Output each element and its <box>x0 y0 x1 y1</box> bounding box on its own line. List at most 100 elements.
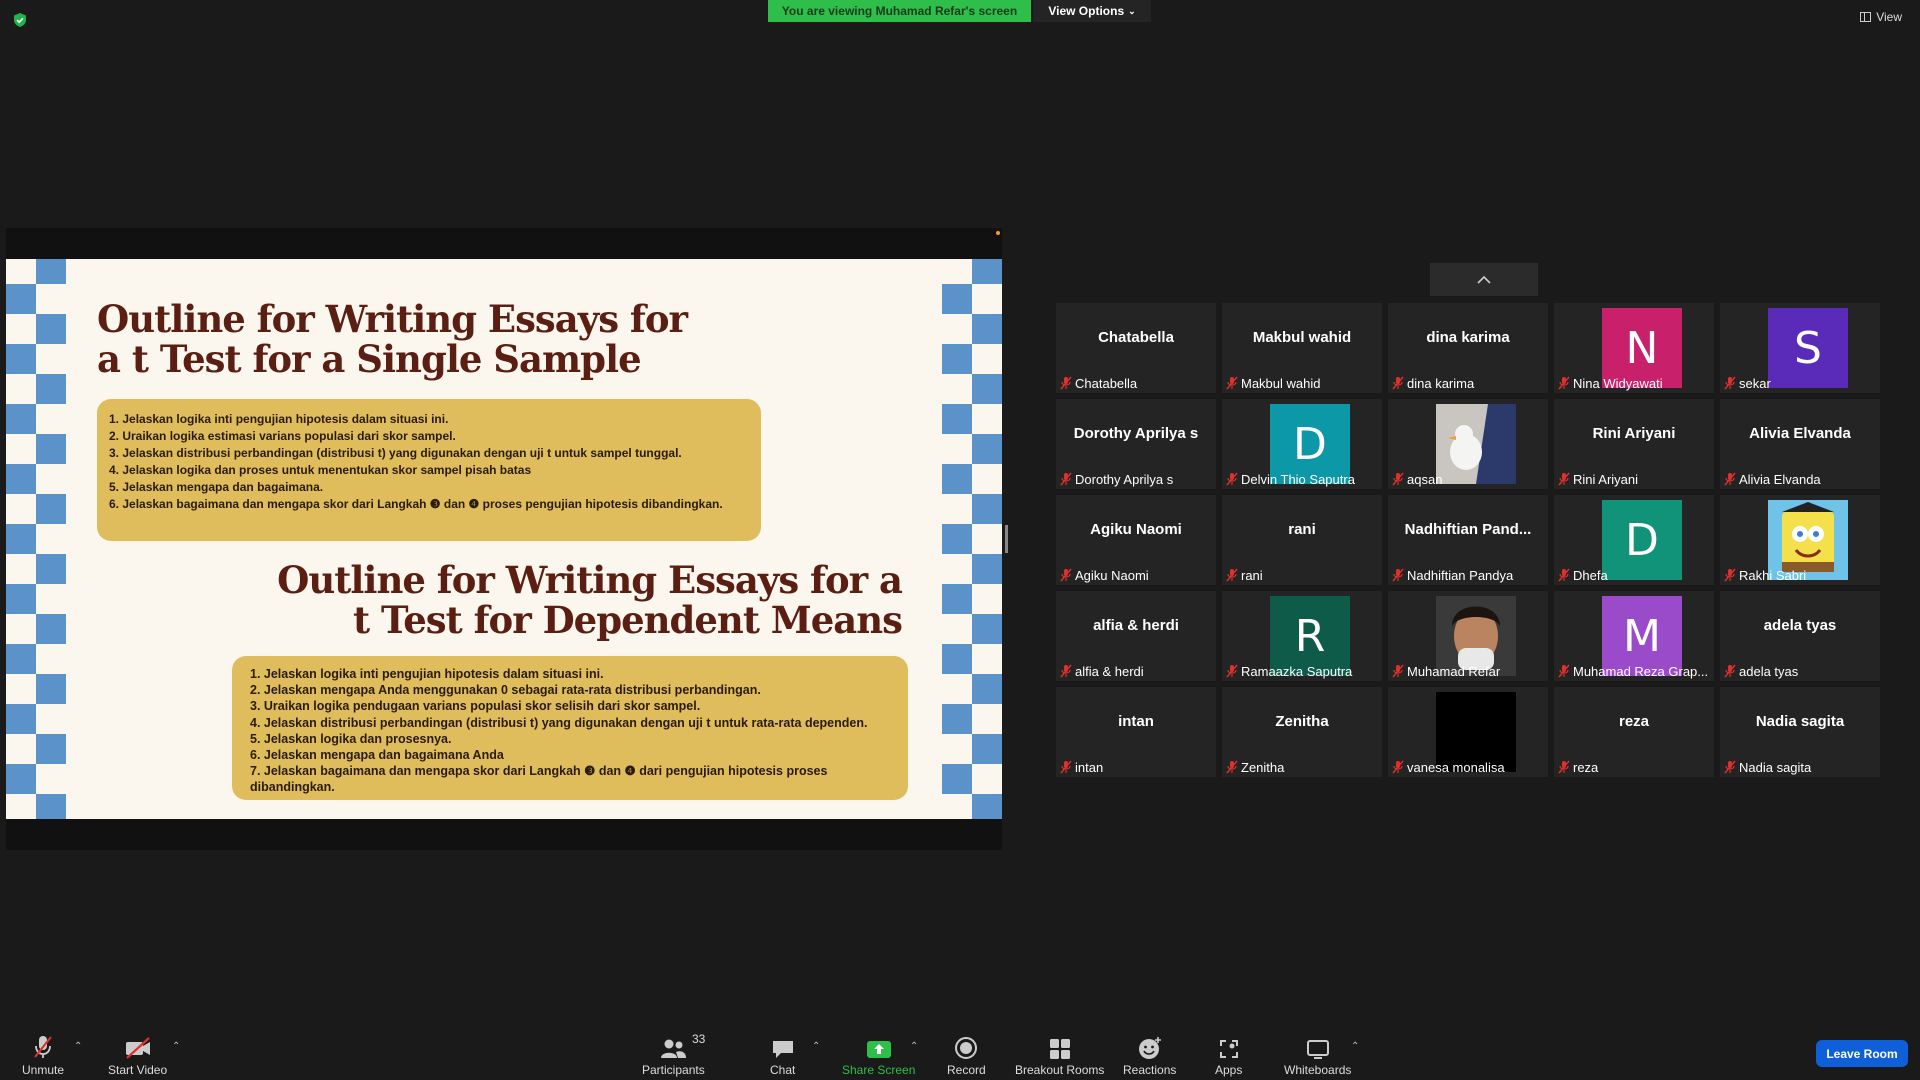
participant-tile[interactable]: Zenitha Zenitha <box>1222 687 1382 777</box>
participant-tile[interactable]: Ssekar <box>1720 303 1880 393</box>
checker-square <box>942 404 972 434</box>
participant-tile[interactable]: Chatabella Chatabella <box>1056 303 1216 393</box>
checker-square <box>36 259 66 284</box>
participant-tile[interactable]: M Muhamad Reza Grap... <box>1554 591 1714 681</box>
checker-square <box>6 644 36 674</box>
participant-tile[interactable]: Nadia sagita Nadia sagita <box>1720 687 1880 777</box>
chat-button[interactable]: Chat <box>770 1032 795 1077</box>
split-resize-handle[interactable] <box>1005 525 1008 553</box>
muted-mic-icon <box>1558 472 1570 486</box>
audio-options-caret-icon[interactable]: ⌃ <box>74 1041 82 1052</box>
leave-room-button[interactable]: Leave Room <box>1816 1040 1908 1067</box>
video-options-caret-icon[interactable]: ⌃ <box>172 1041 180 1052</box>
muted-mic-icon <box>1724 760 1736 774</box>
participant-display-name: dina karima <box>1426 329 1510 346</box>
checker-square <box>972 734 1002 764</box>
record-button[interactable]: Record <box>947 1032 986 1077</box>
shared-screen[interactable]: Outline for Writing Essays for a t Test … <box>6 228 1002 850</box>
participants-button[interactable]: 33 Participants <box>642 1032 705 1077</box>
reactions-button[interactable]: Reactions <box>1123 1032 1176 1077</box>
view-button[interactable]: View <box>1860 10 1902 24</box>
participant-name-label: Rakhi Sabri <box>1724 567 1878 583</box>
participant-tile[interactable]: Makbul wahid Makbul wahid <box>1222 303 1382 393</box>
participant-name: Ramaazka Saputra <box>1241 663 1353 679</box>
participant-tile[interactable]: Agiku Naomi Agiku Naomi <box>1056 495 1216 585</box>
participant-name-label: Delvin Thio Saputra <box>1226 471 1380 487</box>
muted-mic-icon <box>1226 568 1238 582</box>
whiteboard-options-caret-icon[interactable]: ⌃ <box>1351 1041 1359 1052</box>
participant-tile[interactable]: intan intan <box>1056 687 1216 777</box>
participant-tile[interactable]: aqsan <box>1388 399 1548 489</box>
participant-name: Dorothy Aprilya s <box>1075 471 1174 487</box>
participant-tile[interactable]: Muhamad Refar <box>1388 591 1548 681</box>
muted-mic-icon <box>1392 664 1404 678</box>
participant-name-label: reza <box>1558 759 1712 775</box>
view-options-button[interactable]: View Options ⌄ <box>1033 0 1151 22</box>
checker-square <box>36 494 66 524</box>
checker-square <box>6 404 36 434</box>
chat-options-caret-icon[interactable]: ⌃ <box>812 1041 820 1052</box>
meeting-toolbar: Unmute ⌃ Start Video ⌃ 33 Participants C… <box>0 1016 1920 1080</box>
share-options-caret-icon[interactable]: ⌃ <box>910 1041 918 1052</box>
start-video-label: Start Video <box>108 1063 168 1077</box>
outline-item: 1. Jelaskan logika inti pengujian hipote… <box>109 412 449 426</box>
outline-item: 7. Jelaskan bagaimana dan mengapa skor d… <box>250 764 828 795</box>
checker-square <box>36 434 66 464</box>
whiteboards-button[interactable]: Whiteboards <box>1284 1032 1351 1077</box>
participant-tile[interactable]: vanesa monalisa <box>1388 687 1548 777</box>
participant-tile[interactable]: Rakhi Sabri <box>1720 495 1880 585</box>
participant-name: Makbul wahid <box>1241 375 1321 391</box>
participant-name: Delvin Thio Saputra <box>1241 471 1355 487</box>
checker-square <box>972 794 1002 819</box>
view-options-label: View Options <box>1048 4 1125 18</box>
security-shield-icon[interactable] <box>12 12 28 28</box>
participant-display-name: Nadhiftian Pand... <box>1404 521 1532 538</box>
reactions-smiley-icon <box>1138 1037 1161 1059</box>
outline-item: 2. Uraikan logika estimasi varians popul… <box>109 429 456 443</box>
participant-tile[interactable]: alfia & herdi alfia & herdi <box>1056 591 1216 681</box>
unmute-button[interactable]: Unmute <box>22 1032 64 1077</box>
muted-mic-icon <box>1060 472 1072 486</box>
muted-mic-icon <box>1226 760 1238 774</box>
participant-name-label: Ramaazka Saputra <box>1226 663 1380 679</box>
checker-square <box>36 674 66 704</box>
participant-display-name: Rini Ariyani <box>1592 425 1676 442</box>
participant-name-label: vanesa monalisa <box>1392 759 1546 775</box>
participant-name: Chatabella <box>1075 375 1138 391</box>
participant-tile[interactable]: R Ramaazka Saputra <box>1222 591 1382 681</box>
participant-display-name: Agiku Naomi <box>1090 521 1182 538</box>
breakout-rooms-button[interactable]: Breakout Rooms <box>1015 1032 1104 1077</box>
participant-tile[interactable]: Alivia Elvanda Alivia Elvanda <box>1720 399 1880 489</box>
participant-name: Nadia sagita <box>1739 759 1812 775</box>
layout-grid-icon <box>1860 12 1872 22</box>
participant-tile[interactable]: D Delvin Thio Saputra <box>1222 399 1382 489</box>
participant-tile[interactable]: N Nina Widyawati <box>1554 303 1714 393</box>
share-screen-button[interactable]: Share Screen <box>842 1032 915 1077</box>
participant-tile[interactable]: dina karima dina karima <box>1388 303 1548 393</box>
participant-name-label: sekar <box>1724 375 1878 391</box>
participant-tile[interactable]: D Dhefa <box>1554 495 1714 585</box>
outline-box-dependent-means: 1. Jelaskan logika inti pengujian hipote… <box>232 656 908 800</box>
participant-display-name: rani <box>1288 521 1316 538</box>
participant-tile[interactable]: reza reza <box>1554 687 1714 777</box>
muted-mic-icon <box>1392 376 1404 390</box>
checker-square <box>972 494 1002 524</box>
chat-bubble-icon <box>772 1041 793 1058</box>
gallery-page-up-button[interactable] <box>1430 263 1538 296</box>
participant-tile[interactable]: Nadhiftian Pand... Nadhiftian Pandya <box>1388 495 1548 585</box>
checker-square <box>972 434 1002 464</box>
apps-button[interactable]: Apps <box>1215 1032 1242 1077</box>
participant-tile[interactable]: Rini Ariyani Rini Ariyani <box>1554 399 1714 489</box>
participant-tile[interactable]: adela tyas adela tyas <box>1720 591 1880 681</box>
start-video-button[interactable]: Start Video <box>108 1032 167 1077</box>
checker-square <box>972 374 1002 404</box>
participant-tile[interactable]: rani rani <box>1222 495 1382 585</box>
participant-name: rani <box>1241 567 1263 583</box>
participant-name-label: Rini Ariyani <box>1558 471 1712 487</box>
checker-square <box>36 314 66 344</box>
participant-tile[interactable]: Dorothy Aprilya s Dorothy Aprilya s <box>1056 399 1216 489</box>
breakout-rooms-icon <box>1049 1039 1070 1059</box>
sharing-status-banner: You are viewing Muhamad Refar's screen <box>768 0 1031 22</box>
participant-name-label: Dhefa <box>1558 567 1712 583</box>
outline-item: 6. Jelaskan bagaimana dan mengapa skor d… <box>109 497 723 511</box>
